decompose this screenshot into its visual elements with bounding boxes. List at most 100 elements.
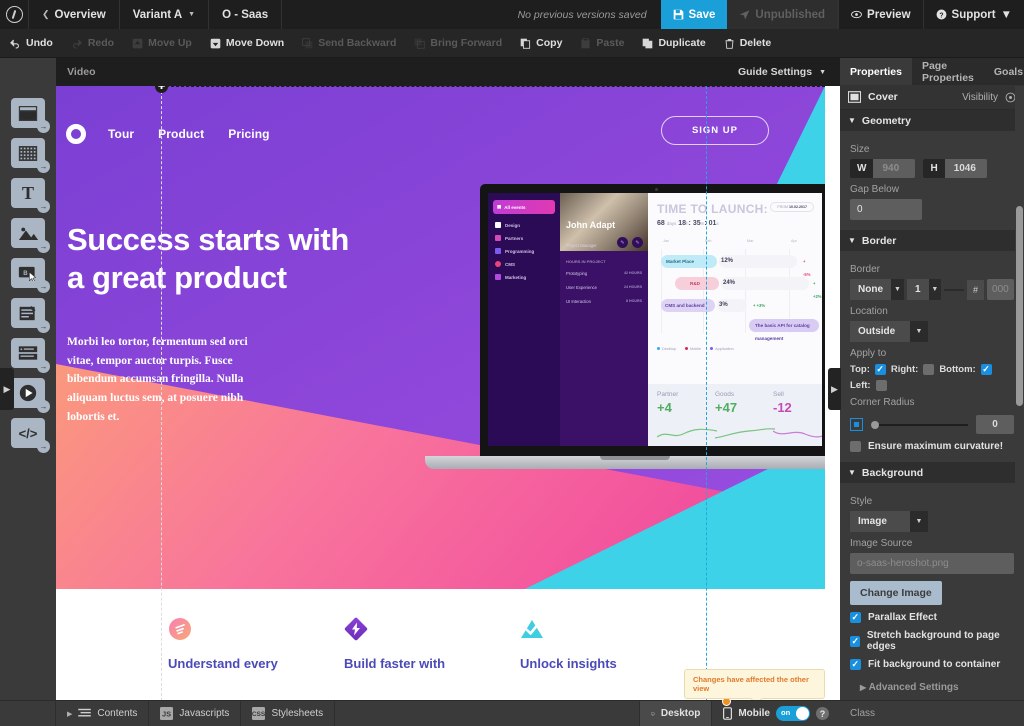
hero-section[interactable]: Tour Product Pricing SIGN UP Success sta…: [56, 86, 825, 589]
action-move-down[interactable]: Move Down: [201, 37, 293, 49]
border-style-value: None: [850, 279, 891, 300]
tool-code[interactable]: </>: [11, 418, 50, 453]
border-location-select[interactable]: Outside ▼: [850, 321, 928, 342]
bolt-icon: [344, 617, 368, 641]
mock-profile-name: John Adapt: [566, 220, 616, 230]
view-desktop-button[interactable]: Desktop: [639, 701, 712, 726]
mock-side-label: Marketing: [505, 274, 527, 280]
action-label: Paste: [596, 37, 625, 49]
save-button[interactable]: Save: [660, 0, 728, 29]
change-image-button[interactable]: Change Image: [850, 581, 942, 605]
tool-grid[interactable]: [11, 138, 50, 173]
preview-button[interactable]: Preview: [838, 0, 922, 29]
max-curvature-checkbox[interactable]: [850, 441, 861, 452]
apply-bottom-checkbox[interactable]: [980, 363, 992, 375]
apply-right-checkbox[interactable]: [923, 364, 935, 375]
tab-properties[interactable]: Properties: [840, 58, 912, 85]
border-color-input[interactable]: [987, 279, 1014, 300]
action-redo[interactable]: Redo: [62, 37, 123, 49]
section-border-header[interactable]: ▼ Border: [840, 230, 1024, 251]
corner-radius-value[interactable]: 0: [976, 415, 1014, 434]
right-panel-collapse-handle[interactable]: ▶: [828, 368, 841, 410]
section-background-header[interactable]: ▼ Background: [840, 462, 1024, 483]
tool-badge-icon: [37, 160, 50, 173]
image-source-input[interactable]: [850, 553, 1014, 574]
chevron-down-icon: ▼: [819, 68, 826, 76]
parallax-checkbox[interactable]: [850, 611, 861, 623]
action-send-backward[interactable]: Send Backward: [293, 37, 405, 49]
border-width-select[interactable]: 1 ▼: [907, 279, 941, 300]
mock-from-pill: FROM 10.02.2017: [770, 202, 814, 212]
corner-radius-slider[interactable]: [871, 420, 968, 429]
tool-button[interactable]: B: [11, 258, 50, 293]
contents-button[interactable]: ▶ Contents: [56, 701, 150, 726]
gap-below-input[interactable]: [850, 199, 922, 220]
fit-checkbox[interactable]: [850, 658, 861, 670]
element-name-label: Cover: [868, 91, 898, 103]
javascripts-button[interactable]: JS Javascripts: [149, 701, 242, 726]
tab-goals[interactable]: Goals: [984, 58, 1024, 85]
tool-image[interactable]: [11, 218, 50, 253]
action-move-up[interactable]: Move Up: [123, 37, 201, 49]
border-style-select[interactable]: None ▼: [850, 279, 904, 300]
edit-icon[interactable]: ✎: [617, 237, 628, 248]
unpublished-button[interactable]: Unpublished: [727, 0, 839, 29]
tool-video[interactable]: [11, 378, 50, 413]
edit-icon[interactable]: ✎: [632, 237, 643, 248]
laptop-base: [425, 456, 825, 469]
border-color-swatch[interactable]: [944, 288, 964, 291]
mobile-icon: [723, 707, 733, 720]
top-bar-spacer: [282, 0, 503, 29]
corner-radius-icon[interactable]: [850, 418, 863, 431]
action-bring-forward[interactable]: Bring Forward: [405, 37, 511, 49]
stretch-checkbox[interactable]: [850, 635, 860, 647]
apply-to-label: Apply to: [850, 348, 887, 359]
gantt-delta: + +3%: [753, 303, 766, 308]
feature-card: Build faster with: [344, 617, 524, 672]
width-input[interactable]: 940: [873, 159, 916, 178]
signup-button[interactable]: SIGN UP: [660, 116, 769, 145]
canvas-scrollbar-thumb[interactable]: [1016, 206, 1023, 406]
guide-settings-dropdown[interactable]: Guide Settings ▼: [724, 58, 840, 86]
mock-side-label: Partners: [505, 235, 524, 241]
help-icon[interactable]: ?: [816, 707, 829, 720]
tool-list[interactable]: [11, 338, 50, 373]
bottom-class-label: Class: [850, 708, 876, 719]
support-button[interactable]: ? Support ▼: [922, 0, 1024, 29]
tab-page-properties[interactable]: Page Properties: [912, 58, 984, 85]
action-duplicate[interactable]: Duplicate: [633, 37, 714, 49]
view-mobile-button[interactable]: Mobile on ?: [711, 697, 840, 726]
stylesheets-label: Stylesheets: [271, 708, 324, 719]
bg-style-select[interactable]: Image ▼: [850, 511, 928, 532]
tool-container[interactable]: [11, 98, 50, 133]
overview-button[interactable]: ❮ Overview: [29, 0, 120, 29]
left-panel-collapse-handle[interactable]: ▶: [0, 368, 14, 410]
app-logo[interactable]: [0, 0, 29, 29]
nav-link-product[interactable]: Product: [158, 127, 204, 141]
apply-left-checkbox[interactable]: [875, 380, 887, 391]
apply-top-checkbox[interactable]: [874, 363, 886, 375]
bottom-bar: ▶ Contents JS Javascripts CSS Stylesheet…: [0, 697, 1024, 726]
variant-selector[interactable]: Variant A ▼: [120, 0, 210, 29]
tool-form[interactable]: [11, 298, 50, 333]
nav-link-pricing[interactable]: Pricing: [228, 127, 269, 141]
section-geometry-header[interactable]: ▼ Geometry: [840, 110, 1024, 131]
action-undo[interactable]: Undo: [0, 37, 62, 49]
mobile-toggle[interactable]: on: [776, 706, 810, 721]
tool-text[interactable]: T: [11, 178, 50, 213]
action-copy[interactable]: Copy: [511, 37, 571, 49]
tool-badge-icon: [37, 120, 50, 133]
selection-top-edge: [161, 86, 825, 87]
tab-video[interactable]: Video: [53, 58, 109, 86]
canvas-scrollbar[interactable]: [1015, 86, 1024, 700]
gantt-delta: + +2%: [813, 281, 822, 299]
height-input[interactable]: 1046: [944, 159, 987, 178]
stylesheets-button[interactable]: CSS Stylesheets: [241, 701, 336, 726]
action-paste[interactable]: Paste: [571, 37, 633, 49]
nav-link-tour[interactable]: Tour: [108, 127, 134, 141]
page-canvas[interactable]: Tour Product Pricing SIGN UP Success sta…: [56, 86, 840, 700]
vertical-guide[interactable]: [706, 86, 707, 700]
action-delete[interactable]: Delete: [715, 37, 781, 49]
slider-knob[interactable]: [871, 420, 879, 429]
advanced-settings-toggle[interactable]: ▶ Advanced Settings: [860, 682, 1014, 693]
